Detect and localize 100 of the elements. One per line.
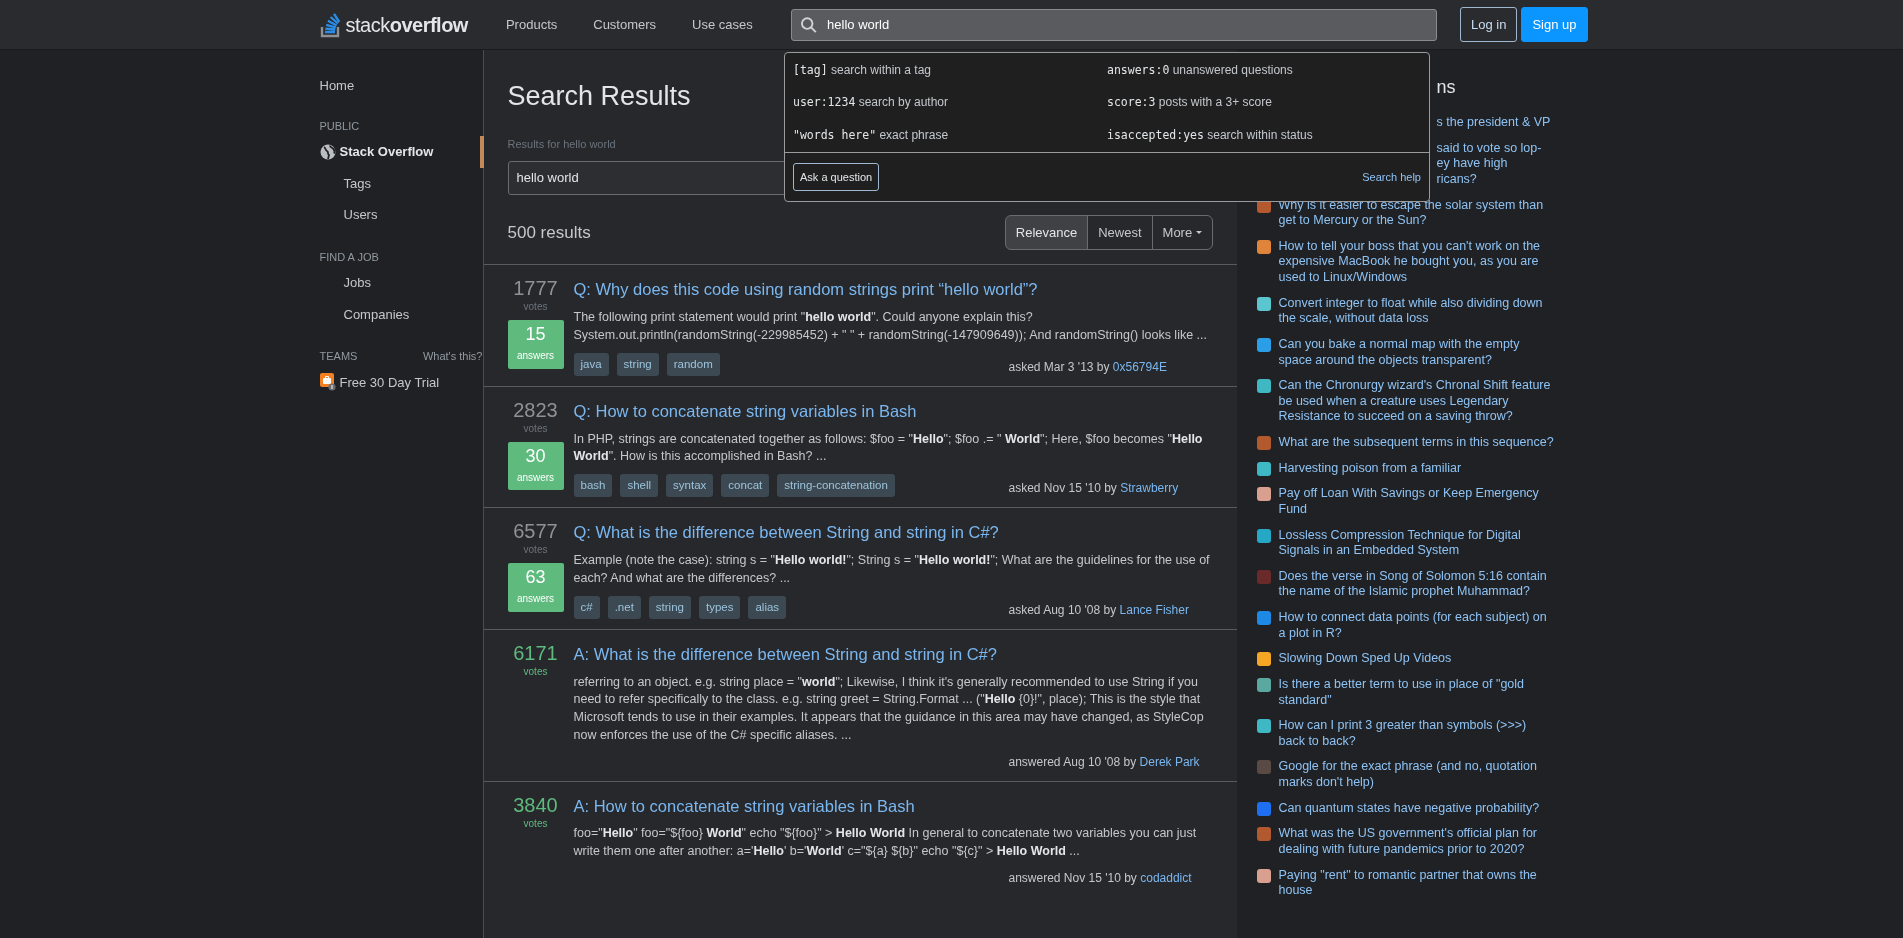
question-link[interactable]: Paying "rent" to romantic partner that owns the house [1278,867,1555,899]
answer-count: 63 answers [507,563,564,612]
question-link[interactable]: s the president & VP [1436,115,1551,131]
votes-label: votes [522,300,549,315]
question-link[interactable]: Lossless Compression Technique for Digital Signals in an Embedded System [1278,527,1555,559]
sort-tab[interactable]: Newest [1087,214,1153,251]
vote-count: 1777 [512,277,559,300]
nav-link[interactable]: Customers [579,8,671,41]
user-link[interactable]: Derek Park [1139,754,1200,769]
sidebar-item[interactable]: Home [319,70,483,102]
search-tip: user:1234 search by author [793,94,950,112]
question-link[interactable]: Harvesting poison from a familiar [1278,460,1462,477]
tag[interactable]: alias [748,595,787,619]
result-title-link[interactable]: A: How to concatenate string variables in Bash [573,793,1219,819]
tag[interactable]: concat [721,474,770,498]
search-tip: answers:0 unanswered questions [1107,62,1294,79]
search-bar[interactable]: hello world [790,8,1437,41]
stack-logo-icon [319,11,342,38]
user-link[interactable]: Lance Fisher [1119,602,1189,617]
question-link[interactable]: Can quantum states have negative probability? [1278,800,1540,817]
result-title-link[interactable]: Q: How to concatenate string variables in Bash [573,398,1219,424]
logo-text: stackoverflow [345,12,468,38]
question-link[interactable]: What was the US government's official plan for dealing with future pandemics prior to 2020? [1278,826,1555,858]
search-tip: "words here" exact phrase [793,126,950,144]
post-meta: asked Nov 15 '10 by Strawberry [1008,480,1180,498]
nav-link[interactable]: Use cases [678,8,767,41]
globe-icon [319,143,336,160]
result-excerpt: referring to an object. e.g. string place = "world"; Likewise, I think it's generally recommended to use String if you need to refer specifically to the class. e.g. string greet = String.Format ... ("Hello {0}!", place); This is the style that Microsoft tends to use in their examples. It appears that the guidance in this area may have changed, as StyleCop now enforces the use of the C# specific aliases. ... [573,673,1205,744]
search-tip: score:3 posts with a 3+ score [1107,94,1273,112]
whats-this-link[interactable]: What's this? [422,348,483,365]
sort-tab[interactable]: Relevance [1004,214,1089,251]
result-title-link[interactable]: A: What is the difference between String and string in C#? [573,641,1219,667]
tag[interactable]: types [698,595,741,619]
tag[interactable]: .net [607,595,641,619]
tag[interactable]: shell [620,474,659,498]
question-link[interactable]: said to vote so lop- [1436,140,1542,157]
question-link[interactable]: Is there a better term to use in place of "gold standard" [1278,676,1555,709]
sidebar-item[interactable]: Free 30 Day Trial [319,366,483,398]
user-link[interactable]: 0x56794E [1112,359,1167,374]
post-meta: asked Aug 10 '08 by Lance Fisher [1008,601,1190,619]
vote-count: 6577 [512,520,559,543]
tag[interactable]: string-concatenation [777,474,895,498]
logo[interactable]: stackoverflow [319,9,468,40]
question-link[interactable]: Can you bake a normal map with the empty space around the objects transparent? [1278,336,1555,369]
result-excerpt: The following print statement would print "hello world". Could anyone explain this? System.out.println(randomString(-229985452) + " " + randomString(-147909649)); And randomString() looks like ... [573,309,1208,344]
sidebar-item[interactable]: Jobs [319,267,483,299]
search-field[interactable]: hello world [825,13,1428,36]
result-title-link[interactable]: Q: What is the difference between String and string in C#? [573,520,1219,546]
votes-label: votes [522,543,549,558]
question-link[interactable]: Convert integer to float while also dividing down the scale, without data loss [1278,295,1555,327]
vote-count: 3840 [512,793,559,816]
user-link[interactable]: Strawberry [1120,481,1179,496]
question-link[interactable]: Pay off Loan With Savings or Keep Emergency Fund [1278,486,1555,518]
question-link[interactable]: Slowing Down Sped Up Videos [1278,651,1452,667]
tag[interactable]: c# [573,595,600,619]
sidebar-title: ns [1435,76,1457,99]
section-heading: TEAMS [319,349,358,364]
question-link[interactable]: Can the Chronurgy wizard's Chronal Shift feature be used when a creature uses Legendary Resistance to succeed on a saving throw? [1278,378,1555,425]
search-tip: isaccepted:yes search within status [1107,126,1314,144]
post-meta: asked Mar 3 '13 by 0x56794E [1008,358,1168,376]
answer-count: 15 answers [507,320,564,369]
tag[interactable]: java [573,352,609,376]
sidebar-item[interactable]: Stack Overflow [319,136,483,168]
search-icon [799,15,818,34]
sidebar-item[interactable]: Companies [319,298,483,330]
question-link[interactable]: Google for the exact phrase (and no, quotation marks don't help) [1278,759,1555,791]
sidebar-item[interactable]: Tags [319,167,483,199]
login-button[interactable]: Log in [1460,6,1518,43]
votes-label: votes [522,421,549,436]
tag[interactable]: string [648,595,691,619]
question-link[interactable]: ricans? [1436,171,1542,188]
briefcase-icon [319,373,336,392]
result-excerpt: In PHP, strings are concatenated together as follows: $foo = "Hello"; $foo .= " World"; Here, $foo becomes "Hello World". How is this accomplished in Bash? ... [573,430,1204,466]
more-dropdown[interactable]: More [1151,214,1213,251]
votes-label: votes [522,664,549,679]
page-title: Search Results [507,80,691,113]
votes-label: votes [522,816,549,831]
search-help-link[interactable]: Search help [1362,168,1421,186]
vote-count: 2823 [512,398,559,421]
tag[interactable]: random [666,352,720,376]
result-excerpt: foo="Hello" foo="${foo} World" echo "${foo}" > Hello World In general to concatenate two variables you can just write them one after another: a='Hello' b='World' c="${a} ${b}" echo "${c}" > Hello World ... [573,825,1198,861]
user-link[interactable]: codaddict [1140,870,1192,885]
section-heading: PUBLIC [319,118,360,134]
question-link[interactable]: Does the verse in Song of Solomon 5:16 contain the name of the Islamic prophet Muhammad? [1278,568,1555,600]
question-link[interactable]: How to connect data points (for each subject) on a plot in R? [1278,610,1555,642]
section-heading: FIND A JOB [319,249,379,265]
tag[interactable]: string [616,352,659,376]
nav-link[interactable]: Products [491,8,572,41]
sidebar-item[interactable]: Users [319,199,483,231]
question-link[interactable]: What are the subsequent terms in this sequence? [1278,435,1554,451]
search-tip: [tag] search within a tag [793,62,932,79]
question-link[interactable]: How can I print 3 greater than symbols (>>>) back to back? [1278,718,1555,750]
tag[interactable]: bash [573,474,613,498]
ask-question-button[interactable]: Ask a question [793,162,880,192]
question-link[interactable]: How to tell your boss that you can't work on the expensive MacBook he bought you, as you are used to Linux/Windows [1278,238,1555,286]
vote-count: 6171 [512,641,559,664]
result-title-link[interactable]: Q: Why does this code using random strings print “hello world”? [573,277,1219,303]
question-link[interactable]: ey have high [1436,156,1542,172]
answer-count: 30 answers [507,441,564,491]
tag[interactable]: syntax [666,474,714,498]
